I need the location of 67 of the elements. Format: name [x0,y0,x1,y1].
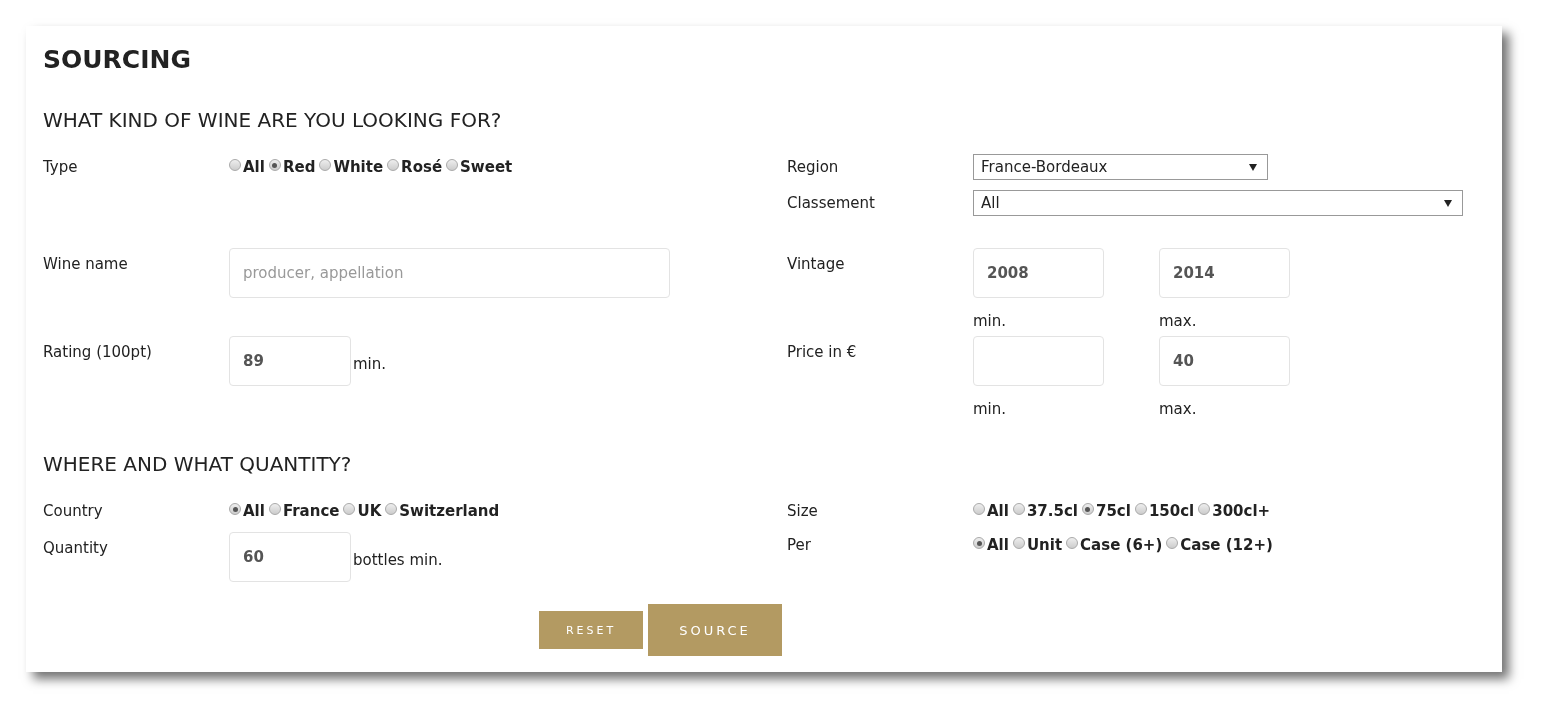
field-label: Size [787,501,819,522]
field-label: Per [787,535,812,556]
radio-button[interactable] [268,159,281,171]
radio-button[interactable] [343,503,356,515]
field-caption: max. [1159,311,1198,332]
radio-option[interactable]: Switzerland [385,498,500,524]
caret-icon [1249,163,1257,171]
field-label: Price in € [787,342,858,363]
radio-option[interactable]: All [229,154,265,180]
section-heading: WHERE AND WHAT QUANTITY? [43,451,353,478]
radio-option[interactable]: UK [343,498,382,524]
input-field[interactable]: producer, appellation [229,248,670,298]
caret-icon [1444,199,1452,207]
radio-option[interactable]: Sweet [446,154,513,180]
field-caption: max. [1159,399,1198,420]
input-field[interactable]: 2014 [1159,248,1290,298]
radio-button[interactable] [1081,503,1094,515]
field-label: Region [787,157,840,178]
input-field[interactable]: 2008 [973,248,1104,298]
radio-button[interactable] [973,503,985,515]
radio-option[interactable]: All [973,498,1009,524]
radio-option[interactable]: White [319,154,384,180]
field-label: Type [43,157,79,178]
field-caption: min. [973,311,1008,332]
radio-button[interactable] [268,503,281,515]
input-field[interactable]: 40 [1159,336,1290,386]
field-label: Wine name [43,254,129,275]
radio-button[interactable] [1012,503,1025,515]
radio-button[interactable] [1166,537,1179,549]
section-heading: WHAT KIND OF WINE ARE YOU LOOKING FOR? [43,107,503,134]
radio-button[interactable] [229,159,241,171]
radio-option[interactable]: Case (12+) [1166,532,1273,558]
unit-text: bottles min. [353,551,443,569]
radio-option[interactable]: All [229,498,265,524]
radio-option[interactable]: 150cl [1134,498,1195,524]
unit-text: min. [353,355,387,373]
radio-option[interactable]: All [973,532,1009,558]
radio-button[interactable] [229,503,241,515]
radio-button[interactable] [1066,537,1079,549]
radio-option[interactable]: 300cl+ [1198,498,1271,524]
field-label: Quantity [43,538,109,559]
page-title: SOURCING [43,44,192,76]
radio-button[interactable] [387,159,400,171]
radio-option[interactable]: Case (6+) [1066,532,1163,558]
radio-button[interactable] [1134,503,1147,515]
dropdown[interactable]: France-Bordeaux [973,154,1268,180]
field-label: Rating (100pt) [43,342,153,363]
radio-button[interactable] [385,503,398,515]
field-label: Classement [787,193,876,214]
dropdown[interactable]: All [973,190,1463,216]
field-caption: min. [973,399,1008,420]
field-label: Country [43,501,104,522]
radio-button[interactable] [1198,503,1211,515]
input-field[interactable] [973,336,1104,386]
radio-button[interactable] [1012,537,1025,549]
field-label: Vintage [787,254,846,275]
input-field[interactable]: 60 [229,532,351,582]
input-field[interactable]: 89 [229,336,351,386]
radio-option[interactable]: Unit [1012,532,1063,558]
radio-option[interactable]: Rosé [387,154,443,180]
radio-button[interactable] [973,537,985,549]
radio-button[interactable] [446,159,459,171]
radio-option[interactable]: 75cl [1081,498,1131,524]
radio-option[interactable]: Red [268,154,316,180]
radio-button[interactable] [319,159,332,171]
radio-option[interactable]: 37.5cl [1012,498,1078,524]
radio-option[interactable]: France [268,498,340,524]
